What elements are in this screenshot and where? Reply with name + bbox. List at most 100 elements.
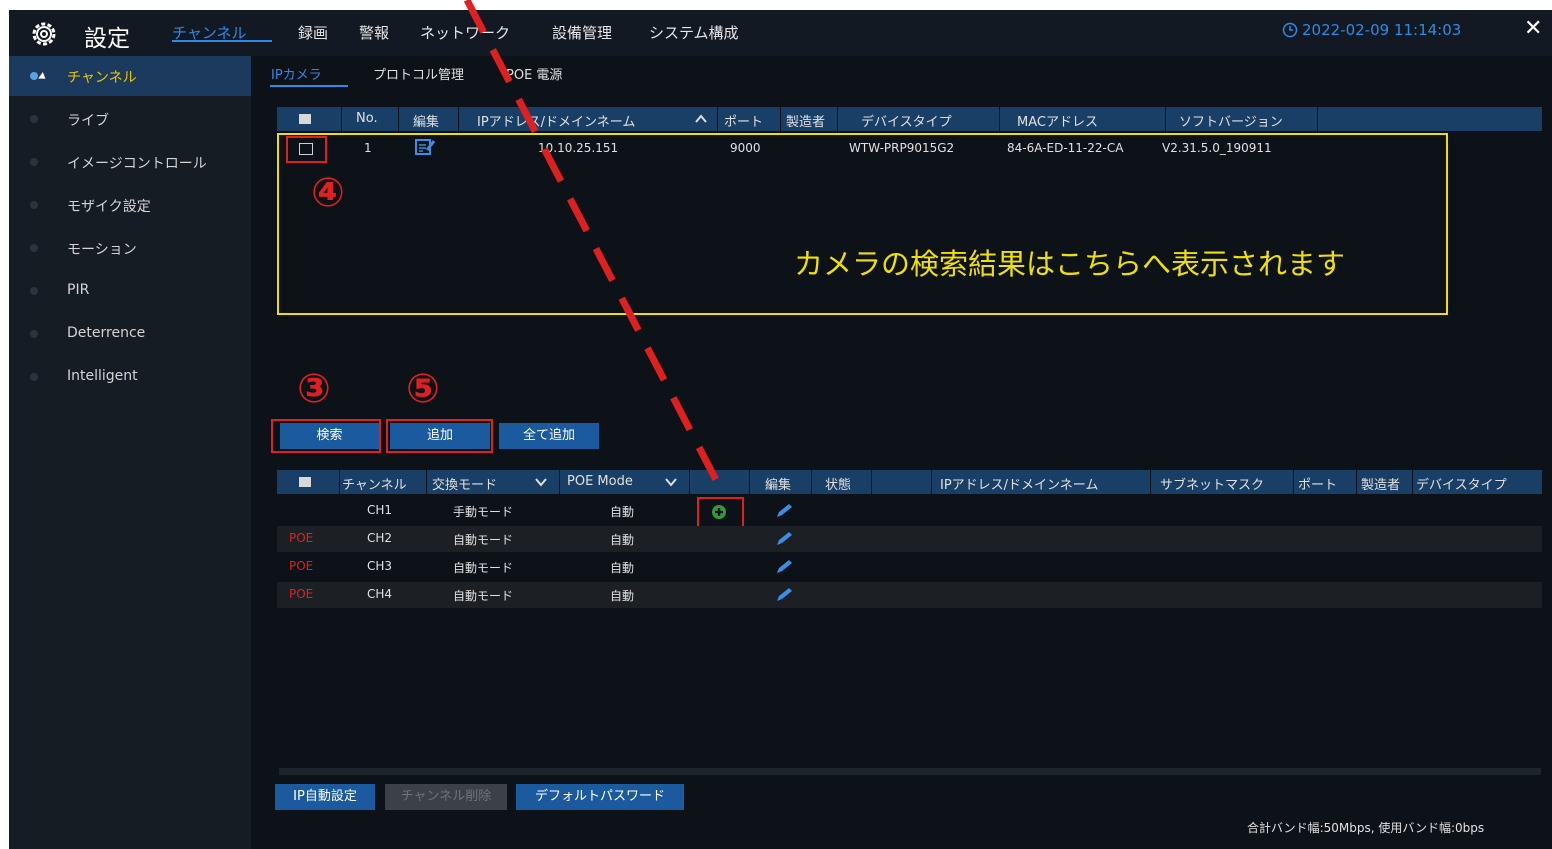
col-ip-domain: IPアドレス/ドメインネーム [940, 478, 1099, 493]
mouse-cursor-icon [38, 72, 48, 82]
poe-mode: 自動 [610, 561, 635, 575]
channel-row[interactable]: CH1 手動モード 自動 [277, 498, 1542, 524]
sidebar-item-label: ライブ [67, 113, 109, 129]
sidebar-item-label: モーション [67, 242, 137, 258]
bullet-icon [30, 373, 38, 381]
col-switch-mode[interactable]: 交換モード [432, 474, 497, 493]
tab-alarm[interactable]: 警報 [359, 22, 389, 43]
chevron-down-icon[interactable] [665, 477, 677, 487]
edit-pencil-icon[interactable] [773, 502, 795, 520]
step-4-marker: ④ [311, 170, 345, 216]
bandwidth-status: 合計バンド幅:50Mbps, 使用バンド幅:0bps [1247, 821, 1485, 835]
col-poe-mode[interactable]: POE Mode [567, 474, 633, 489]
sidebar-item-label: モザイク設定 [67, 199, 151, 215]
sidebar-item-label: Intelligent [67, 368, 138, 384]
col-subnet: サブネットマスク [1160, 478, 1265, 493]
col-device-type: デバイスタイプ [1416, 478, 1507, 493]
sub-tabs: IPカメラ プロトコル管理 POE 電源 [251, 56, 1552, 90]
page-title: 設定 [84, 26, 130, 52]
datetime: 2022-02-09 11:14:03 [1302, 21, 1462, 39]
search-table-header: No. 編集 IPアドレス/ドメインネーム ポート 製造者 デバイスタイプ MA… [277, 107, 1542, 131]
col-channel: チャンネル [342, 478, 407, 493]
channel-name: CH4 [367, 587, 393, 601]
tab-network[interactable]: ネットワーク [420, 22, 510, 43]
sidebar-item-image-control[interactable]: イメージコントロール [9, 142, 251, 182]
sidebar-item-live[interactable]: ライブ [9, 99, 251, 139]
switch-mode: 自動モード [453, 533, 514, 547]
poe-badge: POE [289, 531, 314, 545]
col-no: No. [356, 111, 378, 126]
tab-device-management[interactable]: 設備管理 [552, 22, 612, 43]
sidebar-item-channel[interactable]: チャンネル [9, 56, 251, 96]
poe-badge: POE [289, 587, 314, 601]
select-all-checkbox[interactable] [299, 114, 311, 124]
edit-pencil-icon[interactable] [773, 586, 795, 604]
channel-row[interactable]: POE CH2 自動モード 自動 [277, 526, 1542, 552]
channel-row[interactable]: POE CH3 自動モード 自動 [277, 554, 1542, 580]
col-device-type: デバイスタイプ [861, 115, 952, 130]
sidebar: チャンネル ライブ イメージコントロール モザイク設定 モーション PIR De… [9, 56, 251, 849]
edit-pencil-icon[interactable] [773, 558, 795, 576]
sidebar-item-pir[interactable]: PIR [9, 271, 251, 311]
horizontal-scrollbar[interactable] [279, 768, 1541, 775]
switch-mode: 自動モード [453, 589, 514, 603]
channel-name: CH1 [367, 503, 393, 517]
search-button-highlight [271, 419, 381, 453]
channel-name: CH2 [367, 531, 393, 545]
subtab-protocol[interactable]: プロトコル管理 [373, 64, 464, 83]
channel-name: CH3 [367, 559, 393, 573]
active-tab-underline [172, 40, 272, 42]
top-bar: 設定 チャンネル 録画 警報 ネットワーク 設備管理 システム構成 2022-0… [9, 10, 1552, 56]
sidebar-item-label: イメージコントロール [67, 156, 207, 172]
close-icon[interactable]: ✕ [1524, 16, 1542, 41]
add-all-button[interactable]: 全て追加 [499, 423, 599, 449]
subtab-ip-camera[interactable]: IPカメラ [271, 64, 322, 83]
nvr-settings-screen: 設定 チャンネル 録画 警報 ネットワーク 設備管理 システム構成 2022-0… [9, 10, 1552, 849]
sidebar-item-motion[interactable]: モーション [9, 228, 251, 268]
add-icon-highlight [697, 497, 744, 529]
poe-mode: 自動 [610, 505, 635, 519]
col-software: ソフトバージョン [1179, 115, 1283, 130]
checkbox-highlight-box [286, 136, 327, 163]
col-edit: 編集 [765, 478, 792, 493]
subtab-poe-power[interactable]: POE 電源 [506, 64, 562, 83]
bullet-icon [30, 72, 38, 80]
poe-badge: POE [289, 559, 314, 573]
chevron-down-icon[interactable] [535, 477, 547, 487]
switch-mode: 自動モード [453, 561, 514, 575]
step-3-marker: ③ [297, 366, 331, 412]
sidebar-item-intelligent[interactable]: Intelligent [9, 357, 251, 397]
clock-icon [1282, 22, 1298, 38]
search-results-highlight-box [277, 133, 1448, 315]
tab-system[interactable]: システム構成 [649, 22, 739, 43]
sidebar-item-mosaic[interactable]: モザイク設定 [9, 185, 251, 225]
bullet-icon [30, 115, 38, 123]
annotation-caption: カメラの検索結果はこちらへ表示されます [794, 247, 1346, 281]
poe-mode: 自動 [610, 533, 635, 547]
col-ip-domain[interactable]: IPアドレス/ドメインネーム [477, 111, 635, 130]
col-port: ポート [1298, 478, 1338, 493]
bullet-icon [30, 244, 38, 252]
sidebar-item-deterrence[interactable]: Deterrence [9, 314, 251, 354]
add-button-highlight [386, 419, 493, 453]
tab-record[interactable]: 録画 [298, 22, 328, 43]
channel-table-header: チャンネル 交換モード POE Mode 編集 状態 IPアドレス/ドメインネー… [277, 470, 1542, 494]
channel-row[interactable]: POE CH4 自動モード 自動 [277, 582, 1542, 608]
col-port: ポート [724, 115, 764, 130]
delete-channel-button[interactable]: チャンネル削除 [385, 784, 507, 810]
edit-pencil-icon[interactable] [773, 530, 795, 548]
bullet-icon [30, 330, 38, 338]
bullet-icon [30, 201, 38, 209]
sidebar-item-label: Deterrence [67, 325, 146, 341]
poe-mode: 自動 [610, 589, 635, 603]
col-edit: 編集 [413, 115, 440, 130]
clock: 2022-02-09 11:14:03 [1282, 21, 1461, 39]
bullet-icon [30, 287, 38, 295]
step-5-marker: ⑤ [406, 366, 440, 412]
bullet-icon [30, 158, 38, 166]
sort-up-icon[interactable] [695, 114, 707, 124]
switch-mode: 手動モード [453, 505, 514, 519]
select-all-checkbox[interactable] [299, 477, 311, 487]
ip-auto-config-button[interactable]: IP自動設定 [275, 784, 375, 810]
default-password-button[interactable]: デフォルトパスワード [516, 784, 684, 810]
